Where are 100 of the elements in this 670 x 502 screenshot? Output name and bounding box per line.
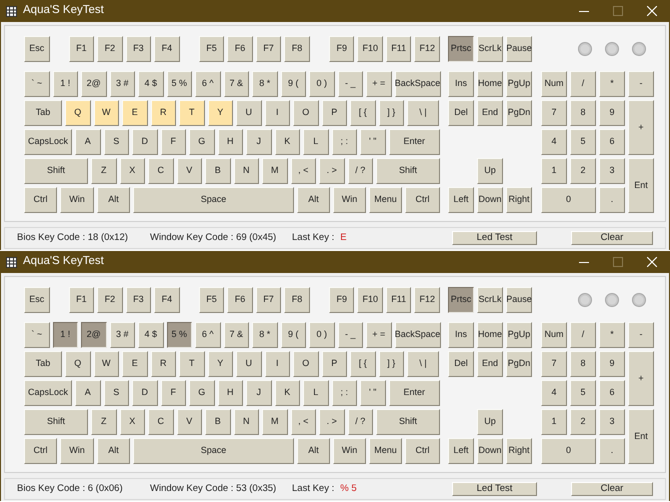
- keyboard-key: I: [264, 100, 290, 126]
- keyboard-key: Del: [448, 100, 474, 126]
- keyboard-key: + =: [366, 322, 392, 348]
- keyboard-key: F1: [68, 36, 94, 62]
- keyboard-key: Q: [65, 351, 90, 377]
- keyboard-key: Home: [477, 322, 503, 348]
- keyboard-key: 0 ): [309, 322, 334, 348]
- keyboard-key: +: [628, 100, 654, 155]
- keyboard-key: A: [75, 129, 100, 155]
- keyboard-key: ; :: [332, 129, 357, 155]
- keyboard-key: E: [122, 351, 148, 377]
- keyboard-key: F4: [154, 36, 180, 62]
- clear-button[interactable]: Clear: [571, 482, 653, 496]
- keyboard-key: - _: [338, 322, 363, 348]
- keyboard-key: CapsLock: [24, 129, 72, 155]
- window-title: Aqua'S KeyTest: [23, 3, 104, 18]
- keyboard-key: Menu: [369, 438, 402, 464]
- keyboard-key: ' ": [360, 129, 386, 155]
- last-key-value: E: [340, 230, 347, 245]
- keyboard-key: ] }: [378, 351, 404, 377]
- keyboard-key: Menu: [369, 187, 402, 213]
- keyboard-key: U: [236, 100, 262, 126]
- keyboard-key: Right: [506, 438, 532, 464]
- keyboard-key: +: [628, 351, 654, 406]
- keyboard-key: F8: [284, 287, 310, 313]
- keyboard-key: ] }: [378, 100, 404, 126]
- keyboard-key: F6: [227, 287, 253, 313]
- keyboard-key: ` ~: [24, 322, 50, 348]
- keyboard-key: Prtsc: [448, 36, 474, 62]
- keyboard-key: D: [132, 380, 158, 406]
- led-test-button[interactable]: Led Test: [452, 482, 537, 496]
- keyboard-key: \ |: [407, 351, 439, 377]
- keyboard-key: 4: [541, 129, 567, 155]
- keyboard-key: Ins: [448, 71, 474, 97]
- keyboard-key: Ins: [448, 322, 474, 348]
- keyboard-key: J: [246, 380, 272, 406]
- keyboard-key: 6: [599, 129, 625, 155]
- keyboard-key: ScrLk: [477, 36, 503, 62]
- keyboard-key: 3: [599, 409, 625, 435]
- keyboard-key: + =: [366, 71, 392, 97]
- keyboard-key: Shift: [24, 158, 88, 184]
- keyboard-key: / ?: [348, 158, 373, 184]
- keyboard-key: ' ": [360, 380, 386, 406]
- last-key-label: Last Key :: [292, 230, 334, 245]
- keyboard-key: V: [176, 158, 202, 184]
- keyboard-key: 7: [541, 351, 567, 377]
- keyboard-key: R: [150, 351, 176, 377]
- keyboard-key: U: [236, 351, 262, 377]
- keyboard-key: Left: [448, 187, 474, 213]
- maximize-icon: [613, 257, 623, 267]
- app-icon: [6, 256, 17, 268]
- keyboard-key: Enter: [388, 129, 440, 155]
- keyboard-key: -: [628, 322, 654, 348]
- keyboard-key: Win: [60, 187, 94, 213]
- keyboard-key: F2: [97, 287, 123, 313]
- keyboard-key: 4 $: [138, 71, 164, 97]
- keyboard-key: F: [160, 129, 186, 155]
- keyboard-key: . >: [319, 158, 344, 184]
- keyboard-key: Up: [477, 158, 503, 184]
- keyboard-key: F10: [357, 36, 383, 62]
- keyboard-key: 5: [570, 129, 596, 155]
- keyboard-key: A: [75, 380, 100, 406]
- keyboard-key: . >: [319, 409, 344, 435]
- keyboard-key: H: [218, 380, 243, 406]
- keyboard-key: Z: [91, 158, 116, 184]
- keyboard-key: M: [262, 409, 288, 435]
- window-key-code: Window Key Code : 69 (0x45): [150, 230, 278, 245]
- window-key-code: Window Key Code : 53 (0x35): [150, 482, 278, 496]
- keyboard-key: Pause: [506, 287, 532, 313]
- keyboard-key: 2: [570, 409, 596, 435]
- keyboard-key: 2: [570, 158, 596, 184]
- indicator-light-icon: [578, 293, 592, 307]
- keyboard-key: BackSpace: [394, 71, 440, 97]
- keyboard-key: 7: [541, 100, 567, 126]
- close-icon: [647, 257, 657, 267]
- keyboard-key: W: [94, 100, 119, 126]
- keyboard-key: PgDn: [506, 100, 532, 126]
- keyboard-key: 0: [541, 187, 596, 213]
- keyboard-key: /: [570, 322, 596, 348]
- keyboard-key: T: [179, 100, 204, 126]
- keyboard-key: F12: [414, 36, 440, 62]
- keyboard-key: Enter: [388, 380, 440, 406]
- clear-button[interactable]: Clear: [571, 231, 653, 245]
- keyboard-key: 9 (: [280, 322, 306, 348]
- keyboard-key: PgUp: [506, 322, 532, 348]
- keyboard-key: F7: [256, 287, 282, 313]
- keyboard-key: K: [274, 129, 300, 155]
- keyboard-key: Right: [506, 187, 532, 213]
- keyboard-key: 1: [541, 409, 567, 435]
- keyboard-key: Ctrl: [405, 438, 440, 464]
- keyboard-key: Win: [333, 187, 366, 213]
- keyboard-key: B: [205, 158, 230, 184]
- led-test-button[interactable]: Led Test: [452, 231, 537, 245]
- close-icon: [647, 6, 657, 16]
- keyboard-key: 1: [541, 158, 567, 184]
- keyboard-key: V: [176, 409, 202, 435]
- keyboard-key: X: [120, 158, 145, 184]
- keyboard-key: / ?: [348, 409, 373, 435]
- keyboard-key: 7 &: [224, 322, 249, 348]
- keyboard-key: Ctrl: [405, 187, 440, 213]
